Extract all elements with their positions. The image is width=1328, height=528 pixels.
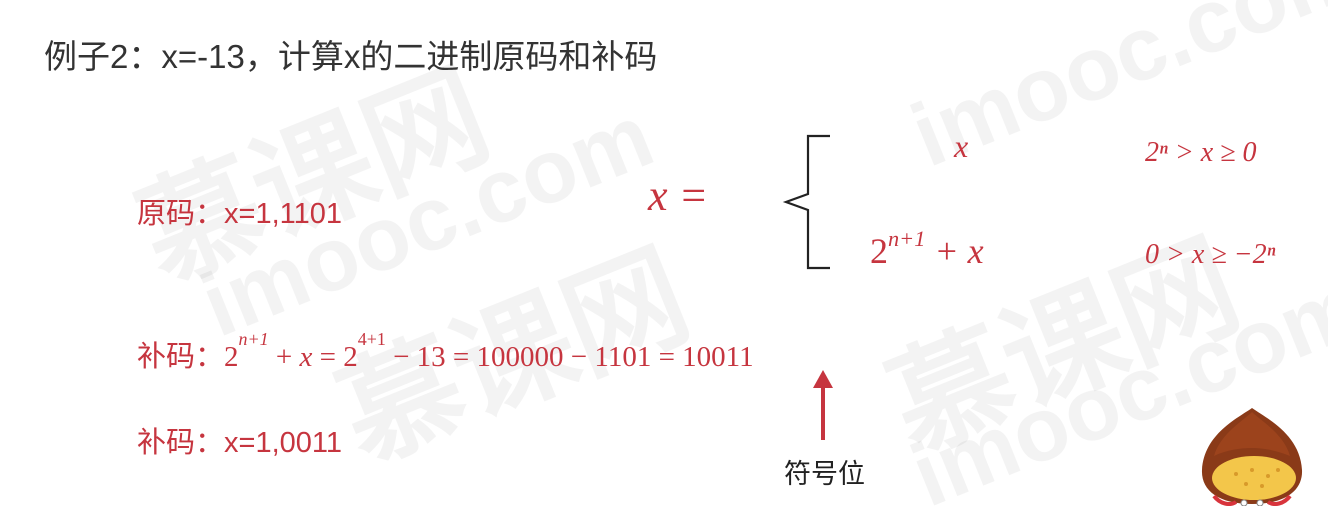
original-code-label: 原码：: [137, 198, 225, 230]
formula-exponent-n1: n+1: [238, 329, 269, 350]
complement-formula-expr: 2n+1 + x = 24+1 − 13 = 100000 − 1101 = 1…: [224, 329, 754, 373]
complement-formula-line: 补码：2n+1 + x = 24+1 − 13 = 100000 − 1101 …: [137, 329, 754, 375]
formula-equals: =: [312, 341, 344, 373]
chestnut-mascot-icon: [1201, 408, 1303, 506]
case2-rest: + x: [925, 231, 984, 271]
formula-base-2b: 2: [343, 341, 358, 373]
original-code-value: x=1,1101: [224, 198, 342, 230]
case1-condition: 2ⁿ > x ≥ 0: [1145, 137, 1257, 168]
formula-exponent-41: 4+1: [357, 329, 386, 350]
piecewise-lhs: x =: [648, 171, 709, 220]
formula-base-2: 2: [224, 341, 239, 373]
case1-expr: x: [954, 128, 969, 164]
complement-result-line: 补码：x=1,0011: [137, 419, 342, 461]
complement-formula-label: 补码：: [137, 341, 225, 373]
case2-exponent: n+1: [888, 225, 926, 251]
sign-bit-label: 符号位: [784, 459, 865, 489]
formula-plus: +: [268, 341, 300, 373]
original-code-line: 原码：x=1,1101: [137, 190, 342, 232]
sign-bit-arrow: [821, 384, 825, 440]
formula-rest: − 13 = 100000 − 1101 = 10011: [385, 341, 754, 373]
piecewise-brace: [782, 134, 830, 270]
case2-base: 2: [870, 231, 888, 271]
slide-title: 例子2：x=-13，计算x的二进制原码和补码: [44, 38, 658, 75]
case2-condition: 0 > x ≥ −2ⁿ: [1145, 239, 1276, 270]
case2-expr: 2n+1 + x: [870, 226, 984, 272]
complement-result-value: x=1,0011: [224, 427, 342, 459]
complement-result-label: 补码：: [137, 427, 225, 459]
formula-x: x: [299, 341, 313, 373]
